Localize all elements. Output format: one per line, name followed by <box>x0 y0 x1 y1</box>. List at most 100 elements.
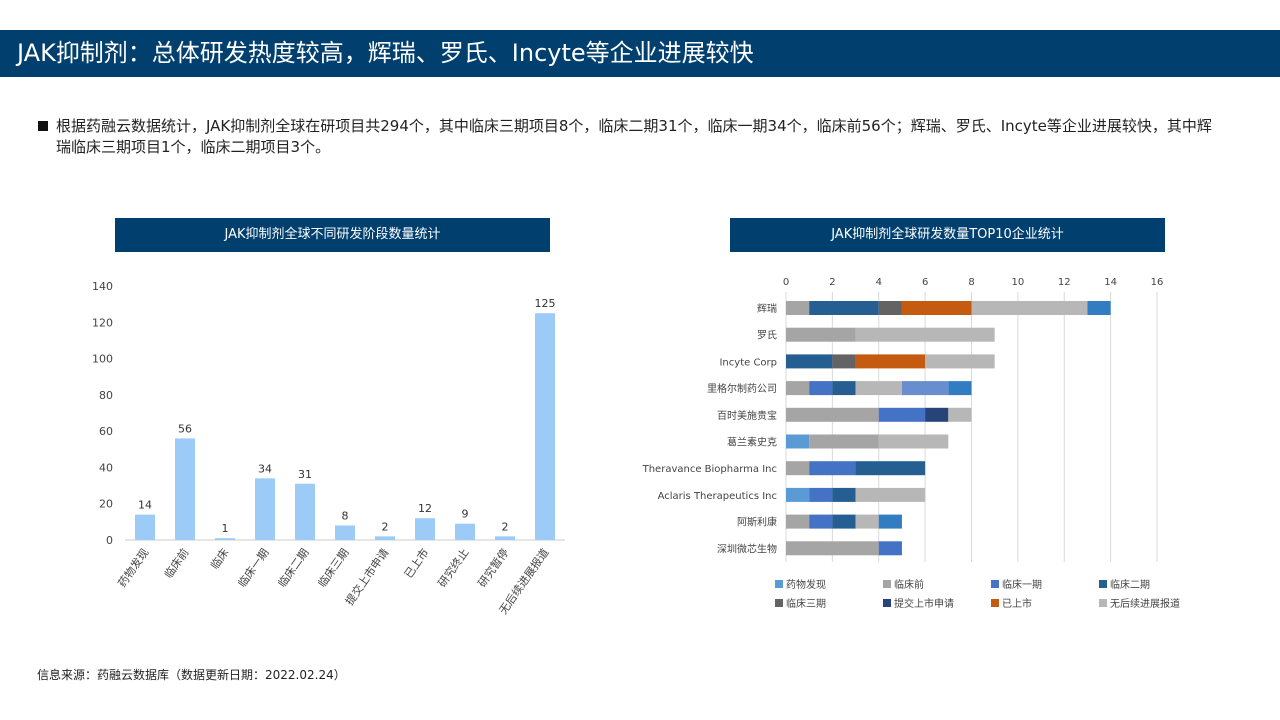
legend-label: 临床三期 <box>786 597 826 610</box>
bar-segment <box>786 407 879 422</box>
bar-segment <box>809 301 879 315</box>
x-tick-label: 药物发现 <box>115 546 152 590</box>
y-tick-label: 40 <box>99 461 113 474</box>
bar <box>335 525 355 540</box>
bar-segment <box>809 434 879 449</box>
data-label: 2 <box>502 520 509 533</box>
x-tick-label: 8 <box>968 277 974 288</box>
x-tick-label: 12 <box>1058 277 1071 288</box>
legend-swatch <box>991 580 999 588</box>
data-label: 125 <box>535 297 556 310</box>
bar-segment <box>809 381 833 396</box>
x-tick-label: 临床前 <box>161 546 191 581</box>
x-tick-label: 研究暂停 <box>475 546 512 590</box>
category-label: 罗氏 <box>757 330 777 342</box>
bar-segment <box>809 487 833 502</box>
bar-segment <box>786 487 810 502</box>
bar <box>455 523 475 540</box>
data-label: 1 <box>222 522 229 535</box>
bar <box>295 483 315 540</box>
bar-segment <box>786 461 810 476</box>
bar-segment <box>832 514 856 529</box>
bar-segment <box>855 354 926 369</box>
legend-label: 临床二期 <box>1110 578 1150 591</box>
bar <box>415 518 435 540</box>
category-label: Theravance Biopharma Inc <box>642 464 777 475</box>
legend-swatch <box>883 599 891 607</box>
bar-segment <box>786 381 810 396</box>
x-tick-label: 0 <box>783 277 789 288</box>
bar-segment <box>971 301 1088 315</box>
legend-label: 药物发现 <box>786 578 826 591</box>
bar-segment <box>786 514 810 529</box>
bar-segment <box>878 301 902 315</box>
x-tick-label: 临床三期 <box>315 546 352 590</box>
bar <box>215 538 235 540</box>
source-note: 信息来源：药融云数据库（数据更新日期：2022.02.24） <box>37 668 346 682</box>
y-tick-label: 60 <box>99 425 113 438</box>
legend-label: 无后续进展报道 <box>1110 597 1180 610</box>
bar-segment <box>948 407 972 422</box>
x-tick-label: 临床一期 <box>235 546 272 590</box>
y-tick-label: 20 <box>99 498 113 511</box>
bar-segment <box>809 514 833 529</box>
y-tick-label: 0 <box>106 534 113 547</box>
bar <box>375 536 395 540</box>
data-label: 2 <box>382 520 389 533</box>
x-tick-label: 14 <box>1104 277 1117 288</box>
bar-segment <box>832 381 856 396</box>
bar-segment <box>901 301 972 315</box>
data-label: 56 <box>178 422 192 435</box>
company-stacked-bar-chart: 0 2 4 6 8 10 12 14 16 辉瑞罗氏 Incyte Corp 里格尔制药公司百时美施贵… <box>642 277 1180 610</box>
bar <box>255 478 275 540</box>
y-tick-label: 80 <box>99 389 113 402</box>
data-label: 9 <box>462 508 469 521</box>
y-tick-label: 140 <box>92 280 113 293</box>
right-chart-title: JAK抑制剂全球研发数量TOP10企业统计 <box>730 218 1165 252</box>
legend-swatch <box>775 580 783 588</box>
bar-segment <box>786 354 833 369</box>
x-tick-label: 已上市 <box>401 546 431 581</box>
x-tick-label: 10 <box>1012 277 1025 288</box>
legend-label: 已上市 <box>1002 597 1032 610</box>
category-label: 阿斯利康 <box>737 516 777 529</box>
x-tick-label: 临床二期 <box>275 546 312 590</box>
bar-segment <box>855 514 879 529</box>
bar-segment <box>832 487 856 502</box>
bar-segment <box>878 434 949 449</box>
data-label: 12 <box>418 502 432 515</box>
legend-swatch <box>1099 599 1107 607</box>
bar-segment <box>1087 301 1111 315</box>
bar-segment <box>878 514 902 529</box>
bar <box>175 438 195 540</box>
bar-segment <box>786 301 810 315</box>
category-label: Incyte Corp <box>719 357 777 368</box>
bar-segment <box>809 461 856 476</box>
category-label: 里格尔制药公司 <box>707 382 777 395</box>
bar-segment <box>901 381 949 396</box>
y-tick-label: 120 <box>92 316 113 329</box>
bar-segment <box>855 381 902 396</box>
legend-label: 临床前 <box>894 578 924 591</box>
bar-segment <box>855 487 926 502</box>
left-chart-title: JAK抑制剂全球不同研发阶段数量统计 <box>115 218 550 252</box>
x-tick-label: 4 <box>876 277 882 288</box>
x-tick-label: 2 <box>829 277 835 288</box>
legend-label: 提交上市申请 <box>894 597 954 610</box>
summary-text: 根据药融云数据统计，JAK抑制剂全球在研项目共294个，其中临床三期项目8个，临… <box>38 116 1218 158</box>
bar-segment <box>832 354 856 369</box>
data-label: 14 <box>138 499 152 512</box>
x-tick-label: 临床 <box>207 546 231 572</box>
stage-bar-chart: 0 20 40 60 80 100 120 140 14 药物发现 56 临床前 1 临床 34 临床一期 31… <box>92 280 565 617</box>
category-label: 百时美施贵宝 <box>717 409 777 422</box>
y-tick-label: 100 <box>92 353 113 366</box>
bar-segment <box>855 461 926 476</box>
bar-segment <box>925 407 949 422</box>
page-title: JAK抑制剂：总体研发热度较高，辉瑞、罗氏、Incyte等企业进展较快 <box>0 30 1280 77</box>
legend-swatch <box>775 599 783 607</box>
bar-segment <box>786 327 856 342</box>
bar <box>495 536 515 540</box>
bar-segment <box>786 434 810 449</box>
data-label: 34 <box>258 462 272 475</box>
bar <box>535 313 555 540</box>
